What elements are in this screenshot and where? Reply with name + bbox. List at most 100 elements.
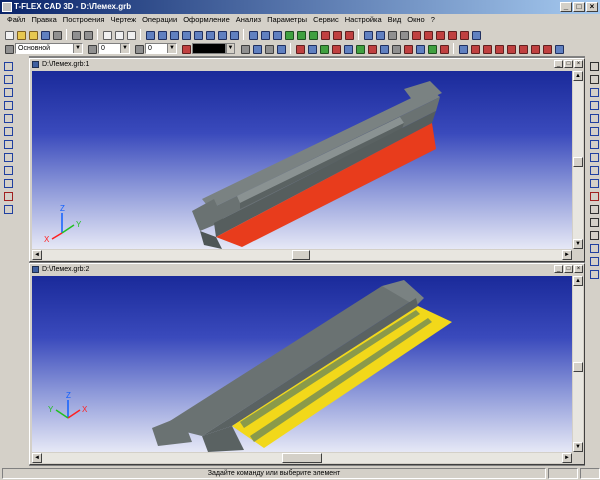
eraser-icon[interactable] bbox=[588, 73, 599, 84]
rotate-icon[interactable] bbox=[295, 29, 306, 40]
point-icon[interactable] bbox=[402, 43, 413, 54]
loop-icon[interactable] bbox=[378, 43, 389, 54]
plough-share-model[interactable]: Z Y X bbox=[32, 71, 572, 249]
loft-icon[interactable] bbox=[307, 29, 318, 40]
material-icon[interactable] bbox=[422, 29, 433, 40]
fillet-icon[interactable] bbox=[331, 29, 342, 40]
new-file-icon[interactable] bbox=[3, 29, 14, 40]
document-minimize-button[interactable]: _ bbox=[554, 60, 563, 68]
vertex-icon[interactable] bbox=[330, 43, 341, 54]
horizontal-scrollbar[interactable]: ◄ ► bbox=[32, 453, 572, 463]
chamfer-icon[interactable] bbox=[343, 29, 354, 40]
vertical-scrollbar[interactable]: ▲ ▼ bbox=[573, 276, 583, 452]
profile-icon[interactable] bbox=[271, 29, 282, 40]
spline-tool-icon[interactable] bbox=[2, 99, 13, 110]
fragment-tool-icon[interactable] bbox=[2, 177, 13, 188]
document-title-bar[interactable]: D:\Лемех.grb:1 _ □ × bbox=[30, 59, 584, 70]
vertical-scrollbar[interactable]: ▲ ▼ bbox=[573, 71, 583, 249]
pan-icon[interactable] bbox=[588, 138, 599, 149]
app-icon[interactable] bbox=[2, 2, 12, 12]
minimize-button[interactable]: _ bbox=[560, 2, 572, 12]
scroll-thumb[interactable] bbox=[573, 157, 583, 167]
table-icon[interactable] bbox=[192, 29, 203, 40]
scroll-thumb[interactable] bbox=[282, 453, 322, 463]
document-minimize-button[interactable]: _ bbox=[554, 265, 563, 273]
clipboard-icon[interactable] bbox=[588, 229, 599, 240]
menu-analysis[interactable]: Анализ bbox=[233, 14, 264, 26]
shadows-icon[interactable] bbox=[517, 43, 528, 54]
scroll-down-icon[interactable]: ▼ bbox=[573, 239, 583, 249]
menu-window[interactable]: Окно bbox=[404, 14, 427, 26]
text-icon[interactable] bbox=[156, 29, 167, 40]
document-title-bar[interactable]: D:\Лемех.grb:2 _ □ × bbox=[30, 264, 584, 275]
hidden-lines-icon[interactable] bbox=[481, 43, 492, 54]
operation-icon[interactable] bbox=[390, 43, 401, 54]
help-icon[interactable] bbox=[470, 29, 481, 40]
chevron-down-icon[interactable]: ▼ bbox=[120, 43, 129, 53]
select-filter-icon[interactable] bbox=[306, 43, 317, 54]
menu-annotation[interactable]: Оформление bbox=[180, 14, 233, 26]
menu-edit[interactable]: Правка bbox=[28, 14, 59, 26]
camera-icon[interactable] bbox=[446, 29, 457, 40]
open-folder-icon[interactable] bbox=[15, 29, 26, 40]
roughness-icon[interactable] bbox=[204, 29, 215, 40]
close-button[interactable]: × bbox=[586, 2, 598, 12]
axis-icon[interactable] bbox=[414, 43, 425, 54]
hatch-icon[interactable] bbox=[168, 29, 179, 40]
menu-construct[interactable]: Построения bbox=[60, 14, 108, 26]
layer-select[interactable]: Основной ▼ bbox=[15, 42, 83, 54]
face-icon[interactable] bbox=[354, 43, 365, 54]
ortho-icon[interactable] bbox=[263, 43, 274, 54]
workplane-icon[interactable] bbox=[247, 29, 258, 40]
circle-icon[interactable] bbox=[113, 29, 124, 40]
document-icon[interactable] bbox=[32, 266, 39, 273]
document-window-1[interactable]: D:\Лемех.grb:1 _ □ × Z Y X ▲ ▼ ◄ ► bbox=[29, 58, 585, 262]
chevron-down-icon[interactable]: ▼ bbox=[73, 43, 82, 53]
boolean-icon[interactable] bbox=[319, 29, 330, 40]
node-tool-icon[interactable] bbox=[2, 112, 13, 123]
view-iso-icon[interactable] bbox=[588, 268, 599, 279]
render-icon[interactable] bbox=[410, 29, 421, 40]
measure-icon[interactable] bbox=[588, 190, 599, 201]
grid-icon[interactable] bbox=[251, 43, 262, 54]
redo-icon[interactable] bbox=[82, 29, 93, 40]
chevron-down-icon[interactable]: ▼ bbox=[226, 42, 235, 54]
wireframe-icon[interactable] bbox=[457, 43, 468, 54]
level-field[interactable]: 0 ▼ bbox=[145, 42, 177, 54]
menu-service[interactable]: Сервис bbox=[310, 14, 342, 26]
light-icon[interactable] bbox=[434, 29, 445, 40]
variables-icon[interactable] bbox=[386, 29, 397, 40]
graphic-line-icon[interactable] bbox=[2, 125, 13, 136]
select-icon[interactable] bbox=[294, 43, 305, 54]
view-top-icon[interactable] bbox=[588, 255, 599, 266]
document-maximize-button[interactable]: □ bbox=[564, 265, 573, 273]
3d-viewport[interactable]: Z X Y bbox=[32, 276, 572, 452]
properties-icon[interactable] bbox=[588, 203, 599, 214]
text-tool-icon[interactable] bbox=[2, 151, 13, 162]
print-icon[interactable] bbox=[51, 29, 62, 40]
textures-icon[interactable] bbox=[505, 43, 516, 54]
3d-node-icon[interactable] bbox=[259, 29, 270, 40]
perspective-icon[interactable] bbox=[493, 43, 504, 54]
line-icon[interactable] bbox=[101, 29, 112, 40]
zoom-previous-icon[interactable] bbox=[588, 151, 599, 162]
view-front-icon[interactable] bbox=[588, 242, 599, 253]
horizontal-scrollbar[interactable]: ◄ ► bbox=[32, 250, 572, 260]
color-select[interactable]: ▼ bbox=[192, 42, 235, 54]
save-icon[interactable] bbox=[39, 29, 50, 40]
zoom-in-icon[interactable] bbox=[588, 86, 599, 97]
window-3d-icon[interactable] bbox=[374, 29, 385, 40]
scroll-thumb[interactable] bbox=[292, 250, 310, 260]
menu-file[interactable]: Файл bbox=[4, 14, 28, 26]
model-tree-icon[interactable] bbox=[398, 29, 409, 40]
plough-share-model[interactable]: Z X Y bbox=[32, 276, 572, 452]
zoom-all-icon[interactable] bbox=[588, 125, 599, 136]
document-close-button[interactable]: × bbox=[574, 60, 583, 68]
layers-icon[interactable] bbox=[588, 216, 599, 227]
scroll-down-icon[interactable]: ▼ bbox=[573, 442, 583, 452]
menu-drawing[interactable]: Чертеж bbox=[107, 14, 139, 26]
maximize-button[interactable]: □ bbox=[573, 2, 585, 12]
scroll-thumb[interactable] bbox=[573, 362, 583, 372]
scroll-right-icon[interactable]: ► bbox=[562, 453, 572, 463]
fragment-icon[interactable] bbox=[180, 29, 191, 40]
